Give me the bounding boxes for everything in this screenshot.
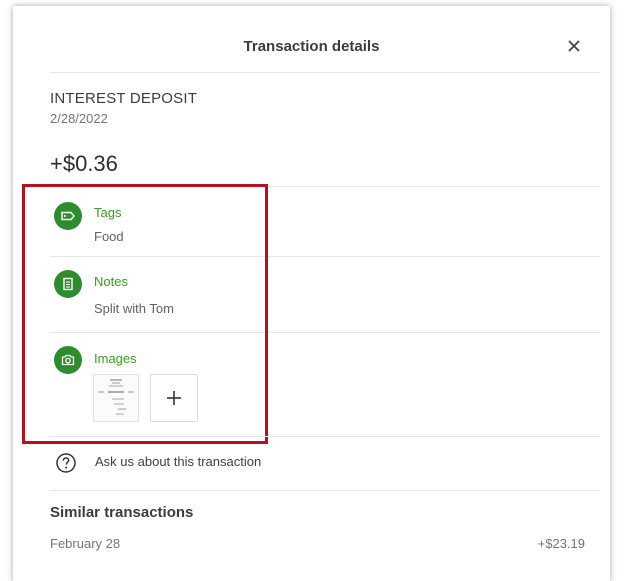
transaction-details-panel: Transaction details INTEREST DEPOSIT 2/2… [13, 6, 610, 581]
ask-label: Ask us about this transaction [95, 454, 262, 469]
divider [50, 72, 600, 73]
similar-transaction-date[interactable]: February 28 [50, 536, 120, 551]
divider [50, 490, 600, 491]
divider [50, 436, 600, 437]
ask-about-transaction-link[interactable]: Ask us about this transaction [53, 452, 313, 474]
transaction-date: 2/28/2022 [50, 111, 108, 126]
close-button[interactable] [563, 35, 585, 57]
highlight-box [22, 184, 268, 444]
close-icon [568, 40, 580, 52]
transaction-amount: +$0.36 [50, 151, 118, 176]
panel-title: Transaction details [243, 38, 380, 55]
similar-transaction-amount[interactable]: +$23.19 [538, 536, 585, 551]
help-circle-icon [56, 453, 76, 473]
merchant-name: INTEREST DEPOSIT [50, 90, 198, 107]
panel-header: Transaction details [13, 6, 610, 76]
similar-transactions-heading: Similar transactions [50, 504, 194, 521]
